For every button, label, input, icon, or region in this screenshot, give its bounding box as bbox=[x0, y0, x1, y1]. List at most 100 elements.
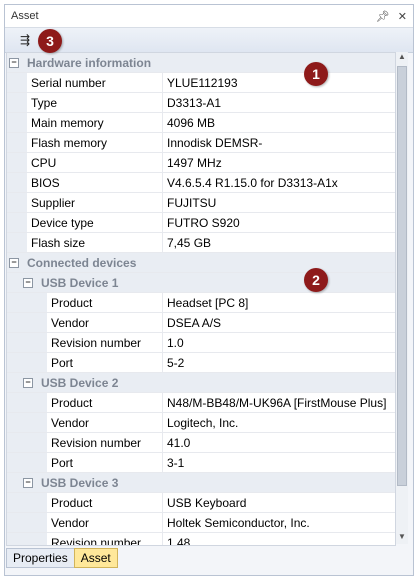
property-value[interactable]: Logitech, Inc. bbox=[163, 413, 238, 432]
tab-properties[interactable]: Properties bbox=[6, 548, 75, 568]
subcategory-label: USB Device 2 bbox=[41, 375, 119, 390]
property-value[interactable]: 41.0 bbox=[163, 433, 190, 452]
property-value[interactable]: FUTRO S920 bbox=[163, 213, 240, 232]
subcategory-usb-device[interactable]: − USB Device 2 bbox=[7, 373, 395, 393]
property-row[interactable]: Device type FUTRO S920 bbox=[7, 213, 395, 233]
vertical-scrollbar[interactable]: ▲ ▼ bbox=[395, 52, 408, 544]
property-row[interactable]: Flash memory Innodisk DEMSR- bbox=[7, 133, 395, 153]
pin-icon[interactable]: 📌︎ bbox=[376, 10, 390, 23]
subcategory-usb-device[interactable]: − USB Device 3 bbox=[7, 473, 395, 493]
property-name: Vendor bbox=[47, 413, 163, 432]
property-row[interactable]: Supplier FUJITSU bbox=[7, 193, 395, 213]
property-row[interactable]: BIOS V4.6.5.4 R1.15.0 for D3313-A1x bbox=[7, 173, 395, 193]
categorized-sort-icon[interactable]: ⇶ bbox=[15, 31, 35, 49]
property-row[interactable]: Vendor DSEA A/S bbox=[7, 313, 395, 333]
row-gutter bbox=[7, 513, 47, 532]
row-gutter bbox=[7, 213, 27, 232]
property-name: BIOS bbox=[27, 173, 163, 192]
property-value[interactable]: 7,45 GB bbox=[163, 233, 211, 252]
property-row[interactable]: Main memory 4096 MB bbox=[7, 113, 395, 133]
panel-titlebar: Asset 📌︎ ✕ bbox=[5, 5, 413, 28]
collapse-icon[interactable]: − bbox=[9, 257, 19, 268]
row-gutter bbox=[7, 113, 27, 132]
property-name: Serial number bbox=[27, 73, 163, 92]
property-row[interactable]: Revision number 1.0 bbox=[7, 333, 395, 353]
category-hardware-information[interactable]: − Hardware information bbox=[7, 53, 395, 73]
row-gutter bbox=[7, 373, 21, 392]
callout-marker: 3 bbox=[38, 29, 62, 53]
property-name: Main memory bbox=[27, 113, 163, 132]
collapse-icon[interactable]: − bbox=[9, 57, 19, 68]
property-value[interactable]: YLUE112193 bbox=[163, 73, 238, 92]
subcategory-label: USB Device 3 bbox=[41, 475, 119, 490]
collapse-icon[interactable]: − bbox=[23, 477, 33, 488]
scroll-down-icon[interactable]: ▼ bbox=[396, 532, 408, 544]
property-value[interactable]: Innodisk DEMSR- bbox=[163, 133, 262, 152]
property-value[interactable]: 3-1 bbox=[163, 453, 184, 472]
property-value[interactable]: 1497 MHz bbox=[163, 153, 222, 172]
property-value[interactable]: Holtek Semiconductor, Inc. bbox=[163, 513, 310, 532]
property-row[interactable]: Port 3-1 bbox=[7, 453, 395, 473]
property-row[interactable]: Type D3313-A1 bbox=[7, 93, 395, 113]
property-value[interactable]: N48/M-BB48/M-UK96A [FirstMouse Plus] bbox=[163, 393, 386, 412]
property-row[interactable]: Product Headset [PC 8] bbox=[7, 293, 395, 313]
property-row[interactable]: Revision number 41.0 bbox=[7, 433, 395, 453]
subcategory-label: USB Device 1 bbox=[41, 275, 119, 290]
callout-marker: 2 bbox=[304, 268, 328, 292]
property-value[interactable]: 5-2 bbox=[163, 353, 184, 372]
property-name: Revision number bbox=[47, 333, 163, 352]
property-value[interactable]: DSEA A/S bbox=[163, 313, 221, 332]
property-value[interactable]: D3313-A1 bbox=[163, 93, 221, 112]
property-name: Product bbox=[47, 393, 163, 412]
property-row[interactable]: Flash size 7,45 GB bbox=[7, 233, 395, 253]
tab-asset[interactable]: Asset bbox=[73, 548, 118, 568]
property-value[interactable]: 1.0 bbox=[163, 333, 184, 352]
property-name: Vendor bbox=[47, 513, 163, 532]
property-value[interactable]: 1.48 bbox=[163, 533, 190, 546]
property-row[interactable]: Revision number 1.48 bbox=[7, 533, 395, 546]
property-value[interactable]: FUJITSU bbox=[163, 193, 216, 212]
row-gutter bbox=[7, 173, 27, 192]
property-value[interactable]: USB Keyboard bbox=[163, 493, 246, 512]
row-gutter bbox=[7, 333, 47, 352]
row-gutter bbox=[7, 453, 47, 472]
scroll-up-icon[interactable]: ▲ bbox=[396, 52, 408, 64]
row-gutter bbox=[7, 133, 27, 152]
property-value[interactable]: V4.6.5.4 R1.15.0 for D3313-A1x bbox=[163, 173, 338, 192]
property-row[interactable]: Vendor Holtek Semiconductor, Inc. bbox=[7, 513, 395, 533]
subcategory-usb-device[interactable]: − USB Device 1 bbox=[7, 273, 395, 293]
property-name: Supplier bbox=[27, 193, 163, 212]
property-row[interactable]: Product N48/M-BB48/M-UK96A [FirstMouse Pl… bbox=[7, 393, 395, 413]
scroll-thumb[interactable] bbox=[397, 66, 407, 486]
property-name: Flash memory bbox=[27, 133, 163, 152]
row-gutter bbox=[7, 533, 47, 545]
row-gutter bbox=[7, 233, 27, 252]
row-gutter bbox=[7, 193, 27, 212]
category-label: Connected devices bbox=[27, 255, 137, 270]
property-value[interactable]: 4096 MB bbox=[163, 113, 215, 132]
close-icon[interactable]: ✕ bbox=[398, 10, 407, 23]
panel-tabs: Properties Asset bbox=[6, 548, 118, 568]
property-name: Port bbox=[47, 453, 163, 472]
collapse-icon[interactable]: − bbox=[23, 377, 33, 388]
property-name: Product bbox=[47, 493, 163, 512]
property-name: Vendor bbox=[47, 313, 163, 332]
row-gutter bbox=[7, 493, 47, 512]
property-name: Device type bbox=[27, 213, 163, 232]
property-name: Type bbox=[27, 93, 163, 112]
property-row[interactable]: Serial number YLUE112193 bbox=[7, 73, 395, 93]
property-value[interactable]: Headset [PC 8] bbox=[163, 293, 248, 312]
row-gutter bbox=[7, 273, 21, 292]
property-row[interactable]: CPU 1497 MHz bbox=[7, 153, 395, 173]
row-gutter bbox=[7, 313, 47, 332]
property-name: Port bbox=[47, 353, 163, 372]
callout-marker: 1 bbox=[304, 62, 328, 86]
row-gutter bbox=[7, 433, 47, 452]
property-row[interactable]: Product USB Keyboard bbox=[7, 493, 395, 513]
property-grid[interactable]: − Hardware information Serial number YLUE… bbox=[6, 52, 396, 546]
collapse-icon[interactable]: − bbox=[23, 277, 33, 288]
property-row[interactable]: Vendor Logitech, Inc. bbox=[7, 413, 395, 433]
property-name: Revision number bbox=[47, 533, 163, 545]
category-connected-devices[interactable]: − Connected devices bbox=[7, 253, 395, 273]
property-row[interactable]: Port 5-2 bbox=[7, 353, 395, 373]
